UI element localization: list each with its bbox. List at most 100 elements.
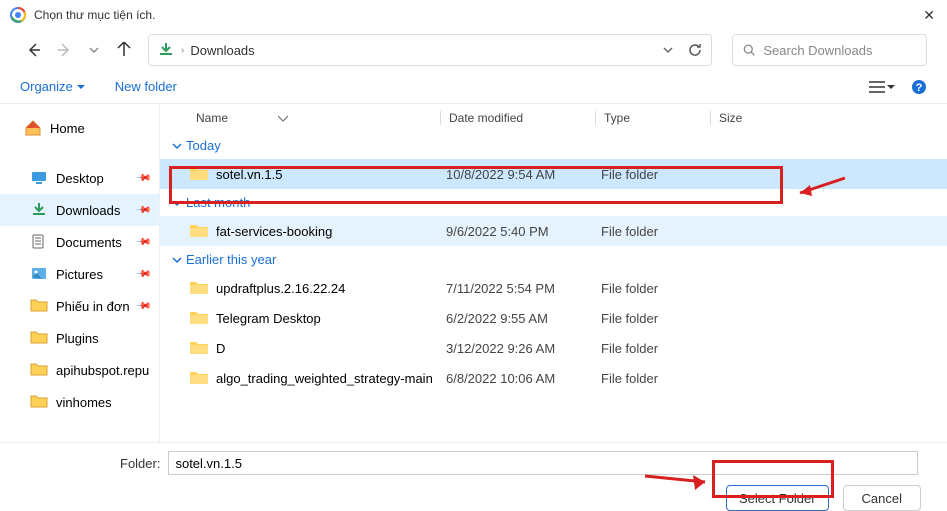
sidebar-item[interactable]: apihubspot.repu (0, 354, 159, 386)
sidebar-item[interactable]: Desktop 📌 (0, 162, 159, 194)
sort-indicator-icon (278, 114, 288, 122)
file-name: algo_trading_weighted_strategy-main (216, 371, 433, 386)
chevron-down-icon[interactable] (663, 45, 673, 55)
up-button[interactable] (110, 36, 138, 64)
chevron-down-icon (172, 141, 182, 151)
sidebar-item-label: Documents (56, 235, 122, 250)
file-row[interactable]: fat-services-booking9/6/2022 5:40 PMFile… (160, 216, 947, 246)
file-row[interactable]: sotel.vn.1.5 10/8/2022 9:54 AMFile folder (160, 159, 947, 189)
folder-icon (190, 167, 208, 181)
organize-menu[interactable]: Organize (20, 79, 85, 94)
forward-button[interactable] (50, 36, 78, 64)
file-row[interactable]: Telegram Desktop 6/2/2022 9:55 AMFile fol… (160, 303, 947, 333)
chevron-down-icon (887, 83, 895, 91)
desktop-icon (30, 169, 48, 187)
organize-toolbar: Organize New folder ? (0, 70, 947, 104)
file-type: File folder (601, 167, 716, 182)
sidebar: Home Desktop📌Downloads📌Documents📌Picture… (0, 104, 160, 442)
sidebar-item[interactable]: vinhomes (0, 386, 159, 418)
svg-text:?: ? (916, 82, 923, 94)
sidebar-item-label: apihubspot.repu (56, 363, 149, 378)
file-row[interactable]: algo_trading_weighted_strategy-main 6/8/2… (160, 363, 947, 393)
file-name: D (216, 341, 225, 356)
search-icon (743, 43, 755, 57)
refresh-icon[interactable] (687, 42, 703, 58)
file-row[interactable]: updraftplus.2.16.22.24 7/11/2022 5:54 PMF… (160, 273, 947, 303)
file-name: Telegram Desktop (216, 311, 321, 326)
chevron-down-icon (172, 255, 182, 265)
sidebar-item-label: vinhomes (56, 395, 112, 410)
sidebar-home[interactable]: Home (0, 112, 159, 144)
file-date: 6/8/2022 10:06 AM (446, 371, 601, 386)
close-button[interactable]: ✕ (923, 7, 935, 24)
help-icon[interactable]: ? (911, 79, 927, 95)
select-folder-button[interactable]: Select Folder (726, 485, 829, 511)
sidebar-item[interactable]: Plugins (0, 322, 159, 354)
sidebar-item-label: Downloads (56, 203, 120, 218)
group-header[interactable]: Today (160, 132, 947, 159)
pin-icon: 📌 (134, 298, 151, 315)
sidebar-item[interactable]: Documents 📌 (0, 226, 159, 258)
sidebar-item[interactable]: Pictures📌 (0, 258, 159, 290)
sidebar-item-label: Desktop (56, 171, 104, 186)
pin-icon: 📌 (134, 234, 151, 251)
col-name-header[interactable]: Name (196, 111, 228, 125)
file-row[interactable]: D 3/12/2022 9:26 AMFile folder (160, 333, 947, 363)
sidebar-item[interactable]: Downloads📌 (0, 194, 159, 226)
download-location-icon (157, 41, 175, 59)
folder-icon (190, 281, 208, 295)
file-date: 3/12/2022 9:26 AM (446, 341, 601, 356)
search-box[interactable] (732, 34, 927, 66)
column-headers: Name Date modified Type Size (160, 104, 947, 132)
file-name: sotel.vn.1.5 (216, 167, 283, 182)
file-type: File folder (601, 311, 716, 326)
app-icon (10, 7, 26, 23)
view-menu[interactable] (869, 81, 895, 93)
arrow-left-icon (26, 42, 42, 58)
file-date: 9/6/2022 5:40 PM (446, 224, 601, 239)
sidebar-item-label: Plugins (56, 331, 99, 346)
folder-icon (190, 371, 208, 385)
path-box[interactable]: › Downloads (148, 34, 712, 66)
file-type: File folder (601, 281, 716, 296)
chevron-down-icon (77, 83, 85, 91)
folder-name-input[interactable] (168, 451, 918, 475)
folder-icon (190, 311, 208, 325)
search-input[interactable] (763, 43, 916, 58)
file-type: File folder (601, 371, 716, 386)
col-date-header[interactable]: Date modified (440, 111, 595, 125)
file-name: fat-services-booking (216, 224, 332, 239)
col-size-header[interactable]: Size (710, 111, 770, 125)
arrow-right-icon (56, 42, 72, 58)
chevron-down-icon (172, 198, 182, 208)
path-separator-icon: › (181, 45, 184, 56)
folder-icon (30, 361, 48, 379)
list-view-icon (869, 81, 885, 93)
chevron-down-icon (89, 45, 99, 55)
col-type-header[interactable]: Type (595, 111, 710, 125)
arrow-up-icon (116, 42, 132, 58)
sidebar-item-label: Pictures (56, 267, 103, 282)
path-segment[interactable]: Downloads (190, 43, 254, 58)
file-name: updraftplus.2.16.22.24 (216, 281, 345, 296)
pin-icon: 📌 (134, 170, 151, 187)
new-folder-button[interactable]: New folder (115, 79, 177, 94)
file-list: Name Date modified Type Size Todaysotel.… (160, 104, 947, 442)
back-button[interactable] (20, 36, 48, 64)
sidebar-item[interactable]: Phiếu in đơn 📌 (0, 290, 159, 322)
sidebar-item-label: Phiếu in đơn (56, 299, 130, 314)
title-bar: Chọn thư mục tiện ích. ✕ (0, 0, 947, 30)
cancel-button[interactable]: Cancel (843, 485, 921, 511)
navigation-toolbar: › Downloads (0, 30, 947, 70)
file-type: File folder (601, 341, 716, 356)
folder-icon (30, 297, 48, 315)
recent-button[interactable] (80, 36, 108, 64)
group-header[interactable]: Last month (160, 189, 947, 216)
file-date: 7/11/2022 5:54 PM (446, 281, 601, 296)
window-title: Chọn thư mục tiện ích. (34, 8, 155, 22)
file-date: 6/2/2022 9:55 AM (446, 311, 601, 326)
folder-label: Folder: (120, 456, 160, 471)
file-date: 10/8/2022 9:54 AM (446, 167, 601, 182)
group-header[interactable]: Earlier this year (160, 246, 947, 273)
folder-icon (30, 329, 48, 347)
